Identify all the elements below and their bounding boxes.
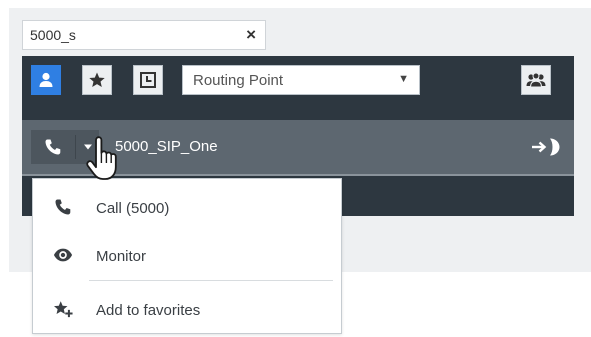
group-icon	[526, 72, 546, 88]
contact-type-select[interactable]: Routing Point ▼	[182, 65, 420, 95]
menu-item-label: Call (5000)	[96, 200, 170, 217]
phone-icon	[53, 198, 73, 216]
menu-item-add-to-favorites[interactable]: Add to favorites	[33, 287, 341, 331]
call-options-toggle[interactable]	[77, 130, 99, 164]
call-options-menu: Call (5000) Monitor Add to favorites	[32, 178, 342, 334]
favorites-filter-button[interactable]	[82, 65, 112, 95]
clear-search-icon[interactable]: ×	[246, 25, 256, 45]
contact-name: 5000_SIP_One	[115, 138, 218, 155]
split-divider	[75, 135, 76, 159]
toolbar: Routing Point ▼	[22, 56, 574, 111]
menu-item-call[interactable]: Call (5000)	[33, 185, 341, 229]
caret-down-icon	[84, 144, 92, 150]
eye-icon	[53, 246, 73, 264]
chevron-down-icon: ▼	[398, 73, 409, 85]
menu-item-monitor[interactable]: Monitor	[33, 233, 341, 277]
call-button[interactable]	[31, 130, 75, 164]
star-icon	[89, 72, 105, 87]
menu-separator	[89, 280, 333, 281]
search-input[interactable]: 5000_s ×	[22, 20, 266, 50]
team-directory-button[interactable]	[521, 65, 551, 95]
call-split-button[interactable]	[31, 130, 99, 164]
person-icon	[39, 72, 53, 87]
search-value: 5000_s	[30, 27, 76, 43]
contact-row[interactable]: 5000_SIP_One	[22, 120, 574, 174]
transfer-icon	[532, 138, 560, 156]
menu-item-label: Monitor	[96, 248, 147, 265]
contact-type-selected: Routing Point	[193, 72, 284, 89]
star-add-icon	[53, 300, 73, 318]
menu-item-label: Add to favorites	[96, 302, 201, 319]
phone-icon	[45, 139, 61, 155]
recent-history-icon	[140, 72, 156, 88]
person-filter-button[interactable]	[31, 65, 61, 95]
row-divider	[22, 174, 574, 176]
transfer-button[interactable]	[530, 134, 562, 160]
recent-filter-button[interactable]	[133, 65, 163, 95]
